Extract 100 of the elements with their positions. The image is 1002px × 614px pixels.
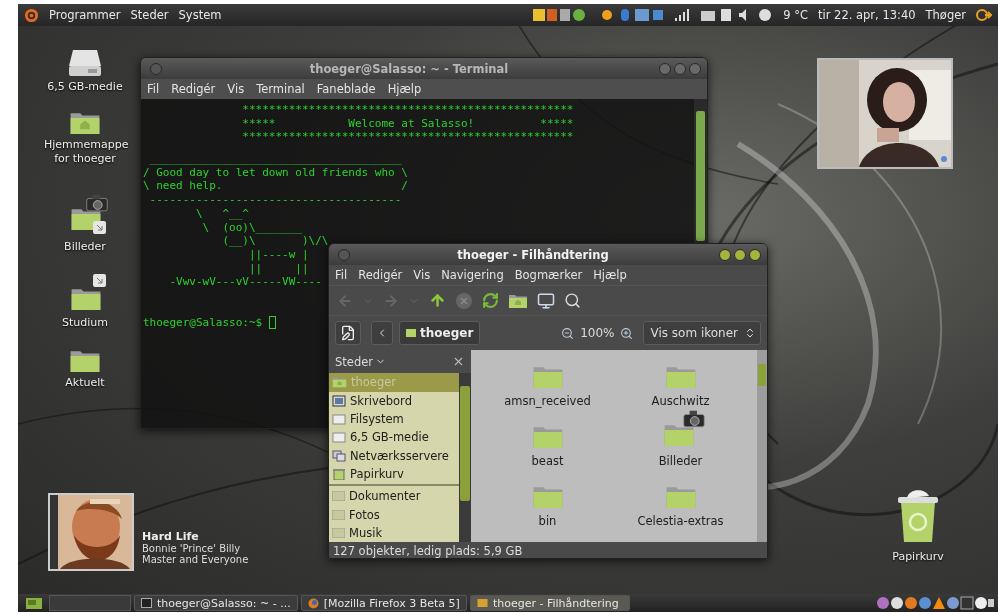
panel-menu[interactable]: Programmer	[49, 8, 121, 22]
camera-icon	[86, 194, 108, 212]
panel-menu[interactable]: System	[178, 8, 222, 22]
sidebar-item[interactable]: Skrivebord	[329, 391, 459, 410]
desktop-icon-label[interactable]: Hjemmemappe for thoeger	[44, 138, 126, 166]
folder-icon	[664, 484, 697, 510]
taskbar-button[interactable]: thoeger - Filhåndtering	[469, 595, 630, 611]
terminal-line: \ ^__^	[194, 206, 249, 221]
desktop-icon-label[interactable]: Studium	[62, 316, 108, 330]
folder-icon	[406, 329, 416, 337]
terminal-line: ______________________________________	[148, 152, 402, 166]
sidebar-item[interactable]: Papirkurv	[329, 464, 459, 484]
close-button[interactable]	[749, 248, 761, 261]
folder-icon	[69, 348, 101, 374]
globe-icon	[307, 597, 319, 609]
menu-item[interactable]: Fil	[147, 82, 160, 96]
desktop-icon-label[interactable]: Papirkurv	[892, 550, 944, 564]
user-name[interactable]: Thøger	[925, 8, 966, 22]
taskbar-button[interactable]: [Mozilla Firefox 3 Beta 5]	[300, 595, 467, 611]
drive-icon	[332, 431, 346, 444]
home-folder-icon	[69, 110, 101, 136]
folder-icon	[332, 527, 345, 538]
close-button[interactable]	[689, 62, 701, 75]
menu-item[interactable]: Navigering	[441, 268, 504, 282]
menu-item[interactable]: Hjælp	[593, 268, 627, 282]
desktop-icon-label[interactable]: Billeder	[64, 240, 106, 254]
desktop-icon-label[interactable]: 6,5 GB-medie	[47, 80, 123, 94]
maximize-button[interactable]	[734, 248, 746, 261]
path-button[interactable]: thoeger	[399, 321, 481, 345]
path-back-button[interactable]	[371, 321, 393, 345]
menu-item[interactable]: Hjælp	[387, 82, 422, 96]
file-name[interactable]: Billeder	[658, 454, 703, 468]
power-icon[interactable]	[976, 8, 992, 22]
desktop-icon	[332, 394, 346, 407]
terminal-line: --------------------------------------	[148, 193, 402, 207]
minimize-button[interactable]	[719, 248, 731, 261]
weather-reading: 9 °C	[783, 8, 808, 22]
terminal-line: \ (oo)\_______	[201, 220, 302, 235]
logo-icon[interactable]	[24, 7, 39, 23]
zoom-out-icon[interactable]	[561, 326, 575, 340]
camera-icon	[682, 410, 705, 428]
workspace-switcher[interactable]	[49, 595, 131, 611]
file-name[interactable]: Auschwitz	[651, 394, 710, 408]
sidebar-item[interactable]: Fotos	[329, 505, 459, 524]
taskbar-button[interactable]: thoeger@Salasso: ~ - ...	[134, 595, 298, 611]
terminal-line: || ||	[247, 261, 309, 276]
terminal-line: \ need help. /	[143, 179, 408, 194]
file-name[interactable]: bin	[538, 514, 557, 528]
sidebar-item[interactable]: Netværksservere	[329, 446, 459, 465]
track-title: Hard Life	[142, 530, 200, 543]
panel-clock[interactable]: tir 22. apr, 13:40	[818, 8, 916, 22]
sidebar-item[interactable]: Musik	[329, 523, 459, 542]
scrollbar[interactable]	[757, 350, 767, 542]
trash-icon[interactable]	[895, 488, 941, 544]
terminal-line: ***** Welcome at Salasso! *****	[241, 116, 574, 131]
zoom-in-icon[interactable]	[620, 326, 634, 340]
menu-item[interactable]: Fil	[335, 268, 348, 282]
computer-icon[interactable]	[537, 291, 555, 310]
menu-item[interactable]: Faneblade	[316, 82, 376, 96]
sidebar-item[interactable]: Filsystem	[329, 409, 459, 429]
zoom-level: 100%	[580, 326, 615, 340]
folder-icon	[70, 286, 102, 312]
menu-item[interactable]: Vis	[227, 82, 245, 96]
terminal-icon	[141, 598, 152, 608]
notes-button[interactable]	[335, 321, 361, 345]
link-arrow-icon	[93, 221, 106, 234]
search-icon[interactable]	[564, 292, 581, 309]
file-name[interactable]: Celestia-extras	[637, 514, 724, 528]
link-arrow-icon	[93, 274, 106, 287]
view-select[interactable]: Vis som ikoner	[643, 321, 761, 345]
sidebar-item[interactable]: 6,5 GB-medie	[329, 428, 459, 447]
up-down-icon	[744, 327, 756, 339]
folder-icon	[664, 364, 697, 390]
home-folder-icon	[508, 292, 528, 309]
file-name[interactable]: beast	[531, 454, 564, 468]
up-icon[interactable]	[429, 292, 446, 309]
folder-icon	[332, 509, 345, 520]
sidebar-title[interactable]: Steder	[335, 354, 373, 369]
menu-item[interactable]: Bogmærker	[514, 268, 583, 282]
notes-icon	[340, 325, 356, 341]
sidebar-item[interactable]: Dokumenter	[329, 487, 459, 506]
menu-item[interactable]: Vis	[413, 268, 431, 282]
maximize-button[interactable]	[674, 62, 686, 75]
minimize-button[interactable]	[659, 62, 671, 75]
status-text: 127 objekter, ledig plads: 5,9 GB	[333, 543, 523, 558]
menu-item[interactable]: Redigér	[358, 268, 403, 282]
desktop-icon-label[interactable]: Aktuelt	[65, 376, 105, 390]
reload-icon[interactable]	[482, 292, 499, 309]
file-name[interactable]: amsn_received	[504, 394, 591, 408]
launcher-icons-drawing[interactable]	[876, 596, 994, 610]
stop-icon[interactable]	[455, 291, 473, 310]
menu-item[interactable]: Terminal	[256, 82, 305, 96]
panel-menu[interactable]: Steder	[130, 8, 169, 22]
home-folder-icon	[332, 376, 347, 389]
menu-item[interactable]: Redigér	[171, 82, 216, 96]
terminal-line: (__)\ )\/\	[221, 234, 329, 248]
terminal-line: ||----w |	[247, 247, 309, 262]
text-cursor	[268, 316, 276, 330]
folder-icon	[531, 424, 564, 450]
track-album: Master and Everyone	[142, 554, 249, 565]
